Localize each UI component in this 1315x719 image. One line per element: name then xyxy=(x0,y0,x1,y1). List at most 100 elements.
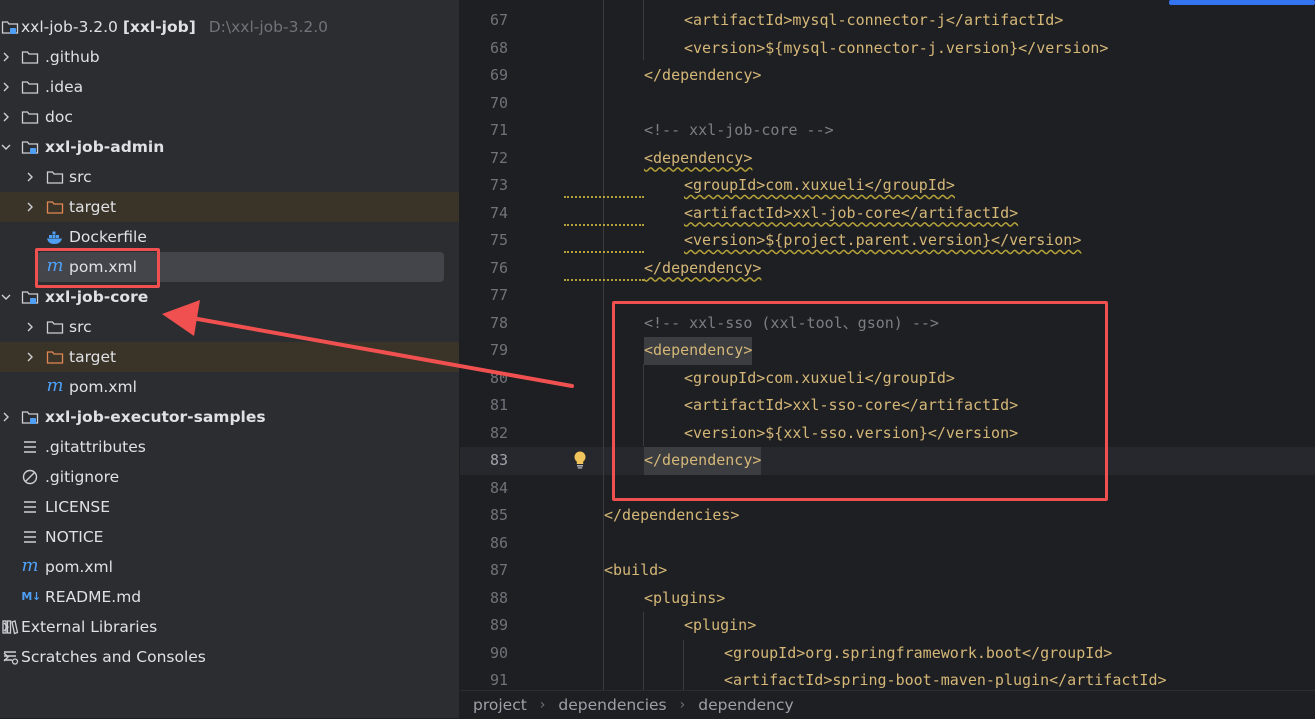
tree-item-label: pom.xml xyxy=(69,258,137,276)
line-number: 72 xyxy=(489,148,508,167)
tree-item-label: Dockerfile xyxy=(69,228,147,246)
maven-icon: m xyxy=(21,555,39,576)
chevron-right-icon[interactable] xyxy=(24,321,36,333)
tree-item-label: LICENSE xyxy=(45,498,111,516)
code-line[interactable]: <artifactId>mysql-connector-j</artifactI… xyxy=(684,7,1063,35)
breadcrumb-item[interactable]: dependency xyxy=(698,696,793,714)
warning-underline xyxy=(564,192,644,198)
code-line[interactable]: <artifactId>xxl-sso-core</artifactId> xyxy=(684,392,1018,420)
module-folder-icon xyxy=(1,18,19,36)
tree-item-readme[interactable]: M↓ README.md xyxy=(0,582,459,612)
tree-item-label: xxl-job-3.2.0 xyxy=(21,18,118,36)
tree-item-label: target xyxy=(69,348,117,366)
code-line[interactable]: <!-- xxl-sso (xxl-tool、gson) --> xyxy=(644,310,939,338)
code-line[interactable]: <groupId>com.xuxueli</groupId> xyxy=(684,365,955,393)
code-line[interactable]: <artifactId>xxl-job-core</artifactId> xyxy=(684,200,1018,228)
indent-guide xyxy=(683,640,684,690)
chevron-right-icon: › xyxy=(679,697,686,713)
line-number: 78 xyxy=(489,313,508,332)
tree-item-admin-pom[interactable]: m pom.xml xyxy=(0,252,459,282)
line-number: 71 xyxy=(489,121,508,139)
code-line[interactable]: <groupId>org.springframework.boot</group… xyxy=(724,640,1112,668)
chevron-right-icon[interactable] xyxy=(24,201,36,213)
code-line[interactable]: </dependency> xyxy=(644,447,762,475)
code-line[interactable]: <version>${project.parent.version}</vers… xyxy=(684,227,1081,255)
line-number: 87 xyxy=(489,561,508,579)
tree-item-scratches[interactable]: Scratches and Consoles xyxy=(0,642,459,672)
line-number: 74 xyxy=(489,203,508,222)
line-number: 76 xyxy=(489,258,508,277)
chevron-down-icon[interactable] xyxy=(0,291,12,303)
tree-item-idea[interactable]: .idea xyxy=(0,72,459,102)
tree-item-license[interactable]: LICENSE xyxy=(0,492,459,522)
tree-item-label: doc xyxy=(45,108,73,126)
code-line[interactable]: </dependencies> xyxy=(604,502,739,530)
tree-item-external-libraries[interactable]: External Libraries xyxy=(0,612,459,642)
chevron-right-icon[interactable] xyxy=(0,51,12,63)
code-line[interactable]: </dependency> xyxy=(644,62,761,90)
code-line[interactable]: <version>${mysql-connector-j.version}</v… xyxy=(684,35,1108,63)
tree-item-admin-src[interactable]: src xyxy=(0,162,459,192)
line-number: 70 xyxy=(489,93,508,112)
tree-item-xxl-job-admin[interactable]: xxl-job-admin xyxy=(0,132,459,162)
chevron-right-icon: › xyxy=(539,697,546,713)
folder-icon xyxy=(21,108,39,126)
chevron-right-icon[interactable] xyxy=(0,81,12,93)
breadcrumb-item[interactable]: dependencies xyxy=(558,696,666,714)
folder-icon xyxy=(46,168,64,186)
tree-item-github[interactable]: .github xyxy=(0,42,459,72)
line-number: 77 xyxy=(489,286,508,304)
code-line[interactable]: <version>${xxl-sso.version}</version> xyxy=(684,420,1018,448)
chevron-down-icon[interactable] xyxy=(0,141,12,153)
line-number: 84 xyxy=(489,478,508,497)
code-line[interactable]: <dependency> xyxy=(644,337,753,365)
chevron-right-icon[interactable] xyxy=(24,351,36,363)
line-number: 86 xyxy=(489,533,508,552)
scroll-position-indicator[interactable] xyxy=(1169,0,1315,5)
line-number: 68 xyxy=(489,38,508,57)
scratches-icon xyxy=(1,648,19,666)
tree-item-dockerfile[interactable]: Dockerfile xyxy=(0,222,459,252)
line-number: 89 xyxy=(489,616,508,634)
code-line[interactable]: <plugin> xyxy=(684,612,756,640)
tree-item-admin-target[interactable]: target xyxy=(0,192,459,222)
code-line[interactable]: <groupId>com.xuxueli</groupId> xyxy=(684,172,955,200)
tree-item-label: xxl-job-admin xyxy=(45,138,165,156)
breadcrumb-item[interactable]: project xyxy=(473,696,527,714)
tree-item-core-target[interactable]: target xyxy=(0,342,459,372)
code-line[interactable]: <plugins> xyxy=(644,585,725,613)
chevron-right-icon[interactable] xyxy=(0,111,12,123)
module-folder-icon xyxy=(21,288,39,306)
text-file-icon xyxy=(21,528,39,546)
chevron-right-icon[interactable] xyxy=(24,171,36,183)
tree-item-executor-samples[interactable]: xxl-job-executor-samples xyxy=(0,402,459,432)
tree-item-label: src xyxy=(69,318,92,336)
tree-item-label: pom.xml xyxy=(69,378,137,396)
chevron-right-icon[interactable] xyxy=(0,411,12,423)
line-number: 79 xyxy=(489,341,508,359)
line-number: 90 xyxy=(489,643,508,662)
tree-item-core-pom[interactable]: m pom.xml xyxy=(0,372,459,402)
tree-item-core-src[interactable]: src xyxy=(0,312,459,342)
tree-item-root[interactable]: xxl-job-3.2.0 [xxl-job] D:\xxl-job-3.2.0 xyxy=(0,12,459,42)
code-line[interactable]: <artifactId>spring-boot-maven-plugin</ar… xyxy=(724,667,1167,690)
tree-item-gitattributes[interactable]: .gitattributes xyxy=(0,432,459,462)
line-number: 85 xyxy=(489,506,508,524)
code-line[interactable]: </dependency> xyxy=(644,255,761,283)
libraries-icon xyxy=(1,618,19,636)
tree-item-gitignore[interactable]: .gitignore xyxy=(0,462,459,492)
tree-item-doc[interactable]: doc xyxy=(0,102,459,132)
breadcrumb: project › dependencies › dependency xyxy=(460,690,1315,719)
tree-item-label: xxl-job-executor-samples xyxy=(45,408,266,426)
line-number: 67 xyxy=(489,11,508,29)
lightbulb-icon[interactable] xyxy=(571,450,589,470)
tree-item-notice[interactable]: NOTICE xyxy=(0,522,459,552)
code-line[interactable]: <build> xyxy=(604,557,667,585)
code-line[interactable]: <!-- xxl-job-core --> xyxy=(644,117,834,145)
tree-item-xxl-job-core[interactable]: xxl-job-core xyxy=(0,282,459,312)
code-editor[interactable]: 67 68 69 70 71 72 73 74 75 76 77 78 79 8… xyxy=(460,0,1315,690)
tree-item-root-pom[interactable]: m pom.xml xyxy=(0,552,459,582)
module-name: [xxl-job] xyxy=(122,18,196,36)
folder-icon xyxy=(21,48,39,66)
code-line[interactable]: <dependency> xyxy=(644,145,752,173)
